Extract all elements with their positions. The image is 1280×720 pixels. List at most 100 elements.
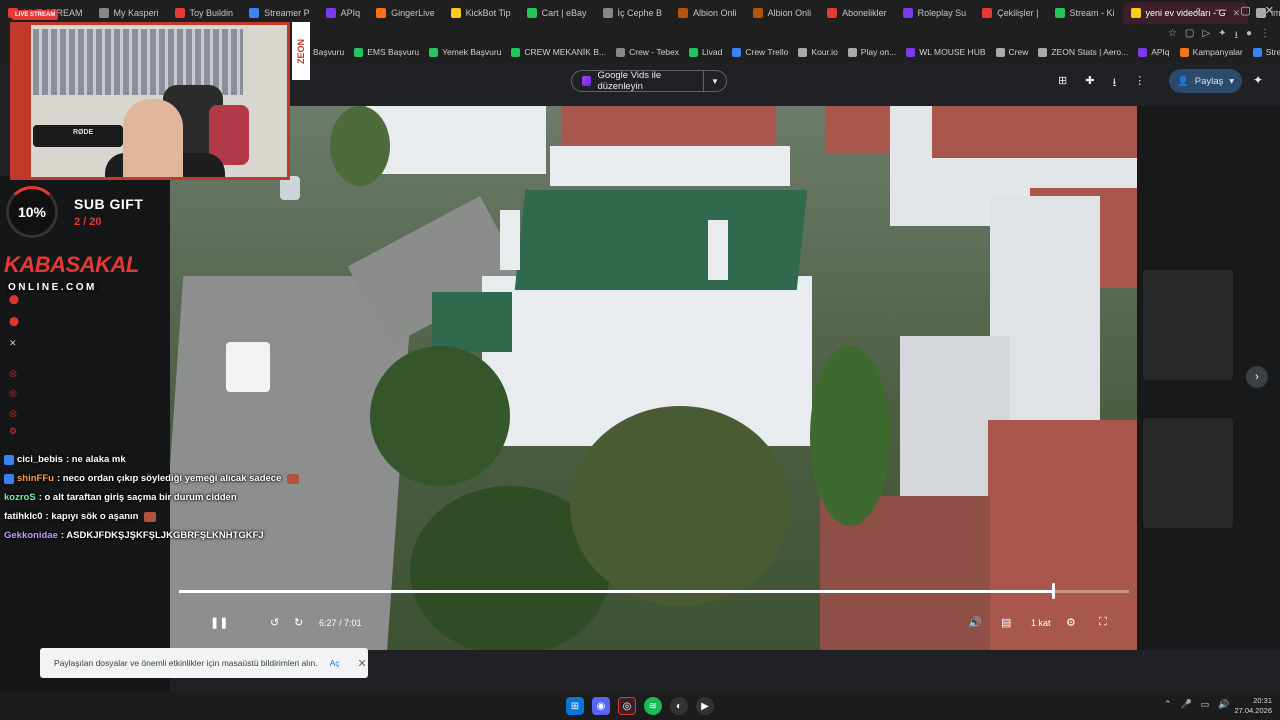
bookmark-item[interactable]: APIq <box>1138 47 1170 57</box>
chat-message: fatihklc0: kapıyı sök o aşanın <box>4 507 334 526</box>
chat-message: Gekkonidae: ASDKJFDKŞJŞKFŞLJKGBRFŞLKNHTG… <box>4 526 334 545</box>
volume-icon[interactable]: 🔊 <box>968 616 982 629</box>
mic-brand: RØDE <box>73 129 94 136</box>
browser-tab[interactable]: APIq <box>318 2 369 24</box>
tab-favicon-icon <box>602 8 613 18</box>
browser-tab[interactable]: Çekilişler | <box>974 2 1046 24</box>
stream-app-icon[interactable]: ◎ <box>618 697 636 715</box>
google-vids-button[interactable]: Google Vids ile düzenleyin ▼ <box>571 70 727 92</box>
browser-tab[interactable]: My Kasperi <box>91 2 167 24</box>
move-to-folder-icon[interactable]: ⊞ <box>1058 74 1067 93</box>
bookmark-label: Livad <box>702 47 723 57</box>
app-icon[interactable]: ◐ <box>670 697 688 715</box>
tab-label: Çekilişler | <box>997 8 1039 18</box>
maximize-icon[interactable]: ▢ <box>1240 4 1250 17</box>
search-tabs-icon[interactable]: ⌕ <box>1195 4 1201 17</box>
next-file-button[interactable]: › <box>1246 366 1268 388</box>
bookmark-item[interactable]: WL MOUSE HUB <box>906 47 986 57</box>
bookmark-item[interactable]: Crew <box>995 47 1028 57</box>
browser-tab[interactable]: Albion Onli <box>670 2 745 24</box>
bookmark-favicon-icon <box>995 47 1005 57</box>
close-window-icon[interactable]: ✕ <box>1265 4 1274 17</box>
browser-tab[interactable]: KickBot Tip <box>443 2 519 24</box>
network-icon[interactable]: ▭ <box>1201 699 1210 710</box>
sidebar-icon[interactable]: ⬤ <box>9 316 19 327</box>
seek-handle[interactable] <box>1052 583 1055 599</box>
clock[interactable]: 20:31 27.04.2026 <box>1232 696 1272 716</box>
bookmark-item[interactable]: EMS Başvuru <box>354 47 419 57</box>
playback-speed[interactable]: 1 kat <box>1031 618 1051 628</box>
seek-bar[interactable] <box>179 590 1129 593</box>
browser-tab[interactable]: İç Cephe B <box>595 2 671 24</box>
sidebar-icon[interactable]: ◎ <box>9 368 17 379</box>
browser-tab[interactable]: GingerLive <box>368 2 443 24</box>
discord-icon[interactable]: ◉ <box>592 697 610 715</box>
bookmark-favicon-icon <box>1138 47 1148 57</box>
browser-tab[interactable]: Albion Onli <box>745 2 820 24</box>
browser-tab[interactable]: Stream - Ki <box>1047 2 1123 24</box>
settings-icon[interactable]: ⚙ <box>1066 616 1076 629</box>
more-options-icon[interactable]: ⋮ <box>1134 74 1145 93</box>
forward-10-icon[interactable]: ↻ <box>294 616 303 629</box>
browser-tab[interactable]: Roleplay Su <box>895 2 975 24</box>
bookmark-item[interactable]: Livad <box>689 47 722 57</box>
minimize-icon[interactable]: — <box>1215 4 1226 17</box>
pause-icon[interactable]: ❚❚ <box>210 616 228 629</box>
vids-label: Google Vids ile düzenleyin <box>597 70 662 92</box>
fullscreen-icon[interactable]: ⛶ <box>1099 616 1107 629</box>
tab-favicon-icon <box>325 8 336 18</box>
bookmark-item[interactable]: ZEON Stats | Aero... <box>1038 47 1128 57</box>
close-icon[interactable]: ✕ <box>358 657 367 670</box>
bookmark-item[interactable]: Yemek Başvuru <box>429 47 501 57</box>
chat-overlay: cici_bebis: ne alaka mk shinFFu: neco ord… <box>4 450 334 545</box>
bookmark-label: APIq <box>1151 47 1170 57</box>
bookmark-label: Crew - Tebex <box>629 47 680 57</box>
bookmark-item[interactable]: Kour.io <box>798 47 838 57</box>
chevron-down-icon[interactable]: ▼ <box>704 77 726 86</box>
bookmark-favicon-icon <box>429 47 439 57</box>
notification-banner: Paylaşılan dosyalar ve önemli etkinlikle… <box>40 648 368 678</box>
sidebar-icon[interactable]: ◎ <box>9 408 17 419</box>
sidebar-icon[interactable]: ◎ <box>9 388 17 399</box>
volume-icon[interactable]: 🔊 <box>1218 699 1229 710</box>
mic-icon[interactable]: 🎤 <box>1181 699 1192 710</box>
tab-label: APIq <box>340 8 361 18</box>
bookmark-label: Kampanyalar <box>1192 47 1243 57</box>
bookmark-item[interactable]: Play on... <box>847 47 897 57</box>
browser-tab[interactable]: Streamer P <box>241 2 318 24</box>
chevron-down-icon[interactable]: ▾ <box>1229 76 1234 87</box>
browser-tab[interactable]: Cart | eBay <box>519 2 595 24</box>
bookmark-item[interactable]: CREW MEKANİK B... <box>511 47 606 57</box>
live-badge: LIVE STREAM <box>12 10 59 20</box>
browser-tab[interactable]: Toy Buildin <box>167 2 242 24</box>
media-player-icon[interactable]: ▶ <box>696 697 714 715</box>
bookmark-favicon-icon <box>1038 47 1048 57</box>
share-button[interactable]: 👤 Paylaş ▾ <box>1169 69 1242 93</box>
bookmark-label: Play on... <box>860 47 897 57</box>
rewind-10-icon[interactable]: ↺ <box>270 616 279 629</box>
start-icon[interactable]: ⊞ <box>566 697 584 715</box>
bookmark-favicon-icon <box>1179 47 1189 57</box>
browser-tab[interactable]: Abonelikler <box>819 2 895 24</box>
x-icon[interactable]: ✕ <box>9 338 17 349</box>
taskbar-apps: ⊞ ◉ ◎ ≋ ◐ ▶ <box>566 697 714 715</box>
download-icon[interactable]: ⭳ <box>1112 74 1116 93</box>
chevron-up-icon[interactable]: ⌃ <box>1164 699 1172 710</box>
bookmark-item[interactable]: Crew - Tebex <box>616 47 679 57</box>
bookmark-item[interactable]: Crew Trello <box>732 47 788 57</box>
add-comment-icon[interactable]: ✚ <box>1085 74 1094 93</box>
chat-emote-icon <box>144 511 157 522</box>
bookmark-item[interactable]: Kampanyalar <box>1179 47 1243 57</box>
chat-username: shinFFu <box>17 472 54 484</box>
tab-label: Roleplay Su <box>917 8 967 18</box>
settings-icon[interactable]: ⚙ <box>9 426 17 437</box>
brand-subtitle: ONLINE.COM <box>6 282 99 293</box>
bookmark-item[interactable]: Streamer Panel <box>1252 47 1280 57</box>
time-total: / 7:01 <box>339 618 362 628</box>
captions-icon[interactable]: ▤ <box>1001 616 1011 629</box>
video-player[interactable] <box>170 106 1137 650</box>
notification-open-link[interactable]: Aç <box>330 658 340 668</box>
sidebar-icon[interactable]: ⬤ <box>9 294 19 305</box>
gemini-icon[interactable]: ✦ <box>1253 73 1263 87</box>
spotify-icon[interactable]: ≋ <box>644 697 662 715</box>
